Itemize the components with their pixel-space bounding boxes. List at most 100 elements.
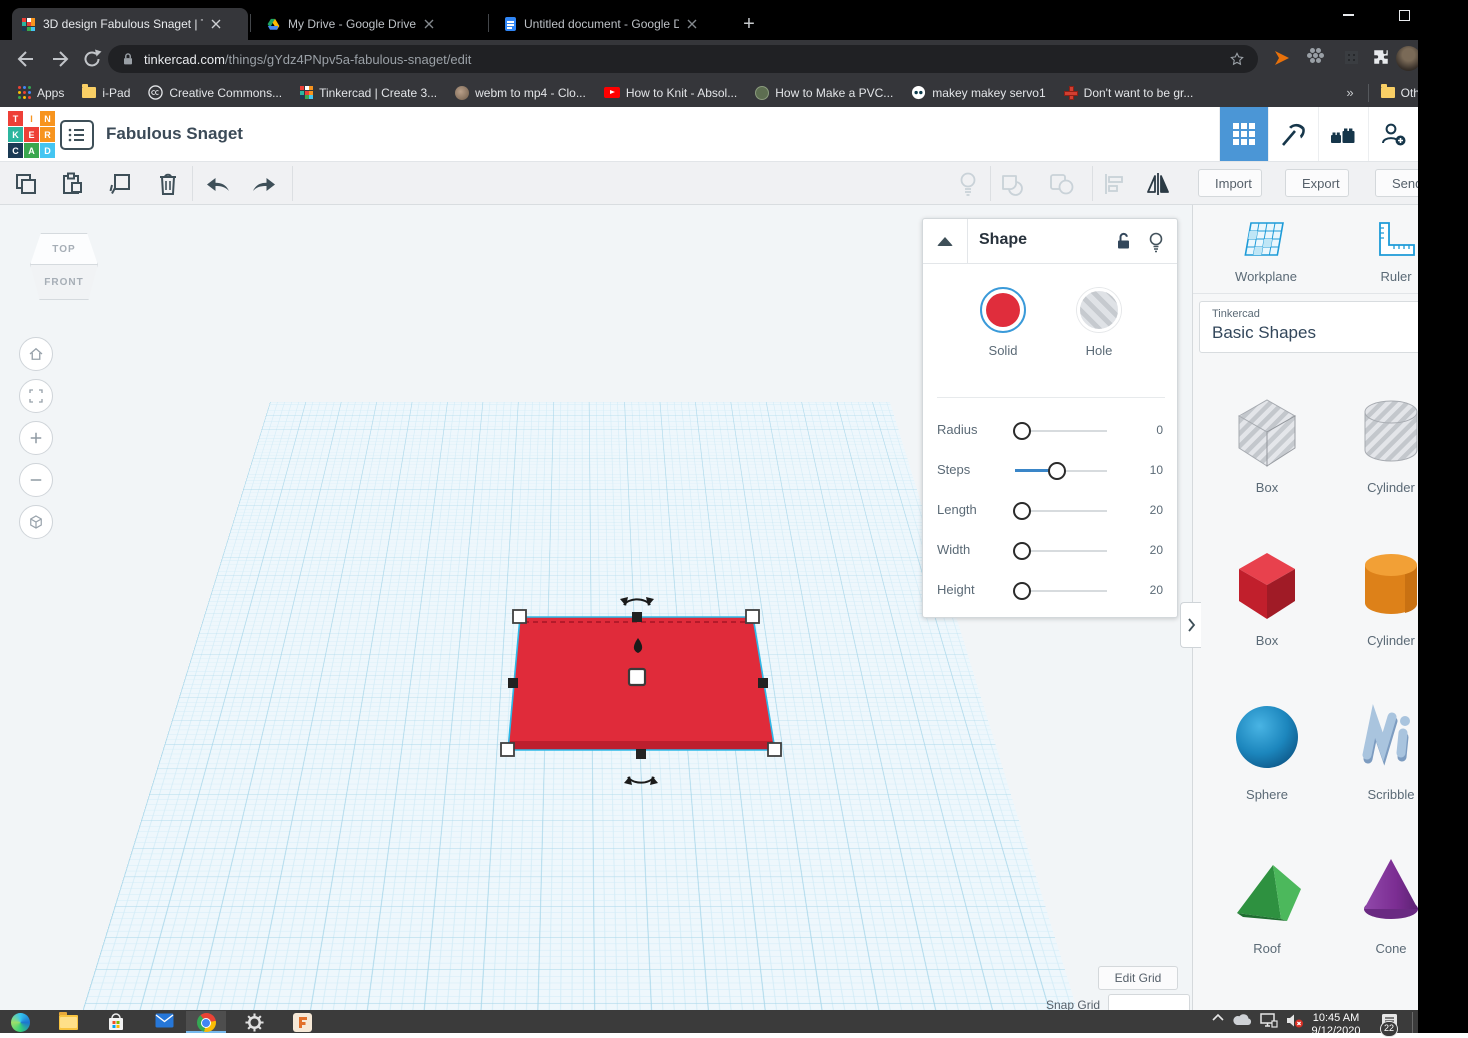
group-button[interactable] [1000,170,1028,198]
window-minimize-button[interactable] [1326,0,1370,30]
omnibox[interactable]: tinkercad.com/things/gYdz4PNpv5a-fabulou… [108,45,1258,73]
shape-roof[interactable]: Roof [1205,851,1329,956]
snap-grid-dropdown[interactable] [1108,994,1190,1010]
sidebar-collapse-button[interactable] [1180,602,1201,648]
rotate-handle-top[interactable] [620,597,654,606]
import-button[interactable]: Import [1198,169,1262,197]
bookmark-webm[interactable]: webm to mp4 - Clo... [455,86,586,100]
shape-box[interactable]: Box [1205,543,1329,648]
solid-swatch[interactable] [980,287,1026,333]
height-slider[interactable] [1015,590,1107,592]
share-invite-button[interactable] [1368,107,1417,161]
view-cube[interactable]: TOP FRONT [30,233,98,300]
tab-google-drive[interactable]: My Drive - Google Drive [256,8,480,40]
radius-slider[interactable] [1015,430,1107,432]
perspective-cube-icon [27,513,45,531]
home-view-button[interactable] [19,337,53,371]
slider-knob[interactable] [1048,462,1066,480]
taskbar-store-button[interactable] [96,1011,136,1033]
tab-google-docs[interactable]: Untitled document - Google Doc [495,8,721,40]
mirror-button[interactable] [1144,170,1172,198]
extension-grid-icon[interactable] [1345,51,1358,64]
copy-button[interactable] [12,170,40,198]
minecraft-export-button[interactable] [1268,107,1317,161]
taskbar-edge-button[interactable] [0,1011,40,1033]
steps-slider[interactable] [1015,470,1107,472]
bookmark-pvc[interactable]: How to Make a PVC... [755,86,893,100]
close-tab-icon[interactable] [687,19,697,29]
tray-volume-button[interactable] [1282,1011,1308,1033]
close-tab-icon[interactable] [211,19,221,29]
extensions-puzzle-icon[interactable] [1372,48,1392,68]
shape-hole-box[interactable]: Box [1205,390,1329,495]
undo-button[interactable] [204,170,232,198]
rotate-handle-bottom[interactable] [624,776,658,785]
edit-grid-button[interactable]: Edit Grid [1098,966,1178,990]
paste-button[interactable] [58,170,86,198]
bookmark-ipad-folder[interactable]: i-Pad [82,86,130,100]
taskbar-chrome-button[interactable] [186,1011,226,1033]
collapse-panel-button[interactable] [923,219,968,263]
view-cube-top-face[interactable]: TOP [30,233,98,265]
bookmark-apps[interactable]: Apps [18,86,64,100]
delete-button[interactable] [154,170,182,198]
extension-arrow-icon[interactable] [1272,48,1292,68]
fit-view-button[interactable] [19,379,53,413]
back-icon[interactable] [14,47,38,71]
view-cube-front-face[interactable]: FRONT [30,264,98,300]
red-box-icon [1229,543,1305,623]
tray-clock[interactable]: 10:45 AM 9/12/2020 [1308,1012,1364,1038]
bookmark-star-icon[interactable] [1228,50,1246,68]
blocks-view-button[interactable] [1219,107,1268,161]
shape-sphere[interactable]: Sphere [1205,697,1329,802]
tray-onedrive-button[interactable] [1230,1011,1256,1033]
export-button[interactable]: Export [1285,169,1349,197]
slider-knob[interactable] [1013,542,1031,560]
tray-network-button[interactable] [1256,1011,1282,1033]
taskbar-explorer-button[interactable] [48,1011,88,1033]
bookmark-creative-commons[interactable]: Creative Commons... [148,85,282,100]
hole-swatch[interactable] [1077,288,1121,332]
tray-action-center-button[interactable]: 22 [1372,1011,1406,1033]
tinkercad-icon [300,86,313,99]
taskbar-fusion-button[interactable] [282,1011,322,1033]
bookmark-dont-want[interactable]: Don't want to be gr... [1064,86,1194,100]
bookmarks-overflow-chevron[interactable]: » [1346,85,1353,100]
length-slider[interactable] [1015,510,1107,512]
reload-icon[interactable] [80,47,104,71]
design-properties-button[interactable] [60,120,94,150]
zoom-out-button[interactable] [19,463,53,497]
zoom-in-button[interactable] [19,421,53,455]
slider-knob[interactable] [1013,582,1031,600]
unlocked-icon[interactable] [1113,231,1133,251]
extension-dots-icon[interactable] [1313,53,1318,58]
bookmark-knit[interactable]: How to Knit - Absol... [604,86,737,100]
bookmark-makey[interactable]: makey makey servo1 [911,85,1045,100]
show-desktop-divider[interactable] [1412,1012,1413,1033]
redo-button[interactable] [250,170,278,198]
new-tab-button[interactable]: + [735,10,763,38]
tab-tinkercad[interactable]: 3D design Fabulous Snaget | Tink [12,8,248,40]
slider-knob[interactable] [1013,422,1031,440]
ungroup-button[interactable] [1048,170,1076,198]
duplicate-button[interactable] [106,170,134,198]
lego-export-button[interactable] [1318,107,1367,161]
taskbar-mail-button[interactable] [144,1011,184,1033]
close-tab-icon[interactable] [424,19,434,29]
width-slider[interactable] [1015,550,1107,552]
tray-show-hidden-button[interactable] [1206,1011,1230,1033]
center-handle[interactable] [629,669,645,685]
slider-knob[interactable] [1013,502,1031,520]
tinkercad-logo[interactable]: TIN KER CAD [8,111,55,158]
show-hidden-button[interactable] [954,170,982,198]
panel-divider [937,397,1165,398]
taskbar-settings-button[interactable] [234,1011,274,1033]
forward-icon[interactable] [48,47,72,71]
folder-icon [82,87,96,98]
lightbulb-icon[interactable] [1147,231,1165,253]
bookmark-tinkercad[interactable]: Tinkercad | Create 3... [300,86,437,100]
align-icon [1102,172,1126,196]
perspective-toggle-button[interactable] [19,505,53,539]
align-button[interactable] [1100,170,1128,198]
workplane-tool[interactable]: Workplane [1211,219,1321,284]
